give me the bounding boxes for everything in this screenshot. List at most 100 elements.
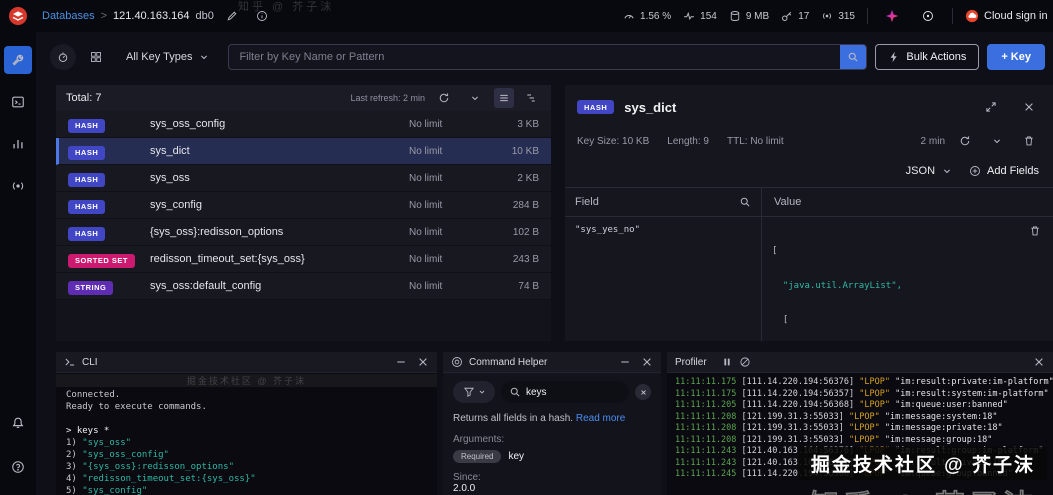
key-row[interactable]: STRING sys_oss:default_config No limit 7… xyxy=(56,273,551,300)
main-area: All Key Types Bulk Actions + Key Total: … xyxy=(36,32,1053,495)
close-icon[interactable] xyxy=(641,356,653,368)
key-row[interactable]: SORTED SET redisson_timeout_set:{sys_oss… xyxy=(56,246,551,273)
key-name: {sys_oss}:redisson_options xyxy=(150,226,409,238)
key-ttl: No limit xyxy=(409,254,489,265)
search-submit-button[interactable] xyxy=(840,44,866,70)
key-ttl: No limit xyxy=(409,281,489,292)
format-selector[interactable]: JSON xyxy=(906,165,953,177)
stat-memory-value: 9 MB xyxy=(746,11,769,22)
refresh-icon[interactable] xyxy=(432,86,456,110)
cloud-signin-button[interactable]: Cloud sign in xyxy=(965,9,1053,23)
sidebar-bottom xyxy=(4,409,32,495)
key-size: 2 KB xyxy=(489,173,539,184)
details-refresh-chevron-icon[interactable] xyxy=(985,129,1009,153)
key-row[interactable]: HASH sys_oss_config No limit 3 KB xyxy=(56,111,551,138)
refresh-options-chevron-icon[interactable] xyxy=(463,86,487,110)
bulk-actions-button[interactable]: Bulk Actions xyxy=(875,44,979,70)
command-filter-dropdown[interactable] xyxy=(453,381,495,403)
nav-notifications[interactable] xyxy=(4,409,32,437)
command-search xyxy=(501,381,629,403)
field-cell[interactable]: "sys_yes_no" xyxy=(565,217,761,341)
nav-browser[interactable] xyxy=(4,46,32,74)
tree-view-button[interactable] xyxy=(521,88,541,108)
command-description: Returns all fields in a hash. xyxy=(453,413,573,424)
key-ttl: No limit xyxy=(409,173,489,184)
redisinsight-logo[interactable] xyxy=(0,6,36,26)
delete-key-icon[interactable] xyxy=(1017,129,1041,153)
add-fields-button[interactable]: Add Fields xyxy=(969,165,1039,177)
argument-name: key xyxy=(508,451,524,462)
browser-content: Total: 7 Last refresh: 2 min xyxy=(56,85,1053,341)
key-row[interactable]: HASH {sys_oss}:redisson_options No limit… xyxy=(56,219,551,246)
command-search-input[interactable] xyxy=(526,387,621,398)
delete-field-icon[interactable] xyxy=(1029,225,1041,237)
key-ttl: No limit xyxy=(409,146,489,157)
copilot-sparkle-icon[interactable] xyxy=(880,4,904,28)
key-ttl: No limit xyxy=(409,227,489,238)
redis-logo-icon xyxy=(8,6,28,26)
key-name: sys_config xyxy=(150,199,409,211)
close-icon[interactable] xyxy=(417,356,429,368)
pause-icon[interactable] xyxy=(721,356,733,368)
key-size: 3 KB xyxy=(489,119,539,130)
terminal-icon xyxy=(64,356,76,368)
breadcrumb-databases[interactable]: Databases xyxy=(42,10,95,22)
clear-search-button[interactable] xyxy=(635,384,651,400)
cli-output[interactable]: Connecting... Connected. Ready to execut… xyxy=(56,373,437,495)
browser-wrench-icon xyxy=(11,53,25,67)
key-type-badge: STRING xyxy=(68,281,113,295)
key-row[interactable]: HASH sys_oss No limit 2 KB xyxy=(56,165,551,192)
field-search-icon[interactable] xyxy=(739,196,751,208)
fields-table-header: Field Value xyxy=(565,187,1053,217)
key-name: sys_oss:default_config xyxy=(150,280,409,292)
minimize-icon[interactable] xyxy=(619,356,631,368)
value-column-header: Value xyxy=(774,196,801,208)
group-view-icon[interactable] xyxy=(84,45,108,69)
clear-log-icon[interactable] xyxy=(739,356,751,368)
key-meta-right: 2 min xyxy=(921,129,1041,153)
keys-icon xyxy=(781,10,793,22)
stat-keys-value: 17 xyxy=(798,11,809,22)
topbar: Databases > 121.40.163.164 db0 1.56 % 15… xyxy=(0,0,1053,32)
key-type-badge: HASH xyxy=(68,173,105,187)
cli-command: > keys * xyxy=(66,425,427,437)
watermark-top: 知乎 @ 芥子沫 xyxy=(238,0,334,14)
read-more-link[interactable]: Read more xyxy=(576,413,625,424)
stat-connections-value: 315 xyxy=(838,11,855,22)
close-icon[interactable] xyxy=(1033,356,1045,368)
workbench-icon xyxy=(11,95,25,109)
nav-help[interactable] xyxy=(4,453,32,481)
breadcrumb-host: 121.40.163.164 xyxy=(113,10,189,22)
key-type-badge: HASH xyxy=(577,100,614,114)
bulk-actions-label: Bulk Actions xyxy=(906,51,966,63)
add-key-button[interactable]: + Key xyxy=(987,44,1045,70)
nav-pubsub[interactable] xyxy=(4,172,32,200)
nav-workbench[interactable] xyxy=(4,88,32,116)
details-refresh-icon[interactable] xyxy=(953,129,977,153)
fullscreen-icon[interactable] xyxy=(979,95,1003,119)
nav-analytics[interactable] xyxy=(4,130,32,158)
list-view-button[interactable] xyxy=(494,88,514,108)
profiler-title: Profiler xyxy=(675,357,707,368)
command-helper-title: Command Helper xyxy=(469,357,547,368)
key-type-filter[interactable]: All Key Types xyxy=(116,44,220,70)
key-type-badge: SORTED SET xyxy=(68,254,135,268)
key-details-panel: HASH sys_dict Key Size: 10 KB Length: 9 xyxy=(565,85,1053,341)
value-cell[interactable]: [ "java.util.ArrayList", [ { "@class": "… xyxy=(761,217,1053,341)
close-details-icon[interactable] xyxy=(1017,95,1041,119)
key-size: 284 B xyxy=(489,200,539,211)
sidebar xyxy=(0,32,36,495)
key-type-badge: HASH xyxy=(68,119,105,133)
scan-mode-icon[interactable] xyxy=(50,44,76,70)
key-length-meta: Length: 9 xyxy=(667,136,709,147)
key-row[interactable]: HASH sys_config No limit 284 B xyxy=(56,192,551,219)
key-search-input[interactable] xyxy=(229,51,840,63)
log-line: 11:11:11.205 [111.14.220.194:56368] "LPO… xyxy=(675,400,1045,412)
format-selector-value: JSON xyxy=(906,165,935,177)
pubsub-broadcast-icon xyxy=(11,179,25,193)
analytics-chart-icon xyxy=(11,137,25,151)
insights-icon[interactable] xyxy=(916,4,940,28)
key-row-selected[interactable]: HASH sys_dict No limit 10 KB xyxy=(56,138,551,165)
stat-cpu: 1.56 % xyxy=(623,10,671,22)
minimize-icon[interactable] xyxy=(395,356,407,368)
